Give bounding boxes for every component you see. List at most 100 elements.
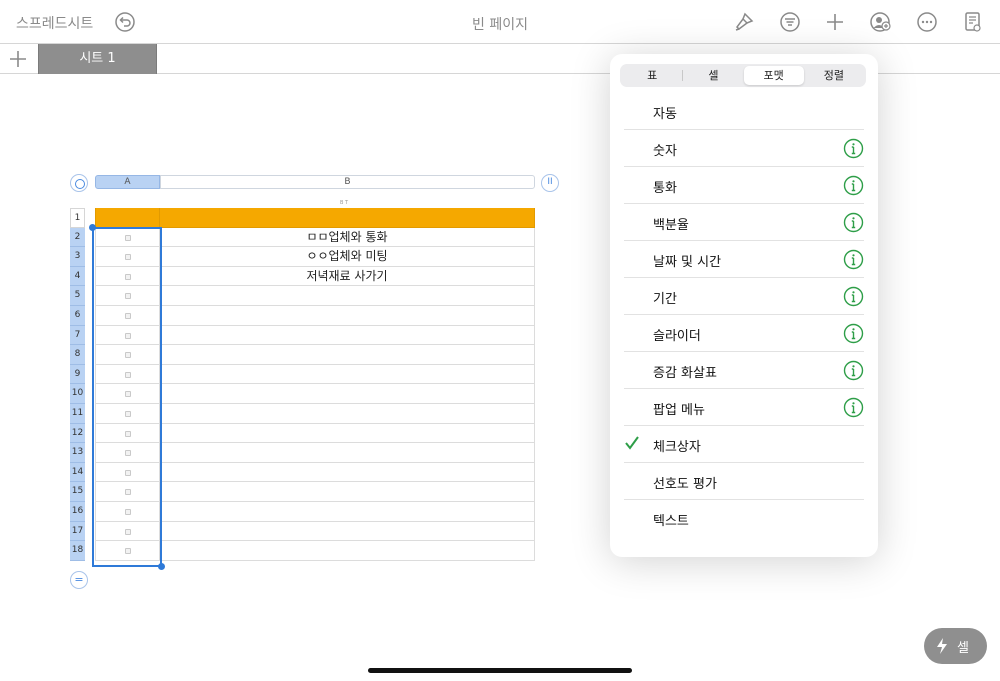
cell-a[interactable] xyxy=(95,384,160,403)
undo-icon[interactable] xyxy=(114,11,136,33)
format-option[interactable]: 증감 화살표 xyxy=(624,352,864,389)
table-select-handle[interactable] xyxy=(70,174,88,192)
format-option[interactable]: 기간 xyxy=(624,278,864,315)
selection-handle-bottom[interactable] xyxy=(158,563,165,570)
checkbox[interactable] xyxy=(125,391,131,398)
cell-b[interactable] xyxy=(160,403,535,423)
checkbox[interactable] xyxy=(125,352,131,359)
cell-b[interactable]: 저녁재료 사가기 xyxy=(160,266,535,286)
row-header[interactable]: 11 xyxy=(70,403,85,424)
cell-a[interactable] xyxy=(95,403,160,423)
column-header-a[interactable]: A xyxy=(95,175,160,189)
row-header[interactable]: 13 xyxy=(70,443,85,463)
format-brush-icon[interactable] xyxy=(733,11,755,33)
checkbox[interactable] xyxy=(125,469,131,476)
checkbox[interactable] xyxy=(125,508,131,515)
equals-icon[interactable]: = xyxy=(70,571,88,589)
format-option[interactable]: 팝업 메뉴 xyxy=(624,389,864,426)
cell-b[interactable] xyxy=(160,521,535,541)
checkbox[interactable] xyxy=(125,312,131,319)
checkbox[interactable] xyxy=(125,234,131,241)
collaborate-icon[interactable] xyxy=(869,11,891,33)
cell-a[interactable] xyxy=(95,325,160,345)
row-header[interactable]: 2 xyxy=(70,227,85,248)
checkbox[interactable] xyxy=(125,489,131,496)
cell-a[interactable] xyxy=(95,208,160,227)
format-option[interactable]: 선호도 평가 xyxy=(624,463,864,500)
cell-a[interactable] xyxy=(95,482,160,501)
cell-a[interactable] xyxy=(95,501,160,521)
tab-format[interactable]: 포맷 xyxy=(743,66,804,85)
row-header[interactable]: 14 xyxy=(70,462,85,483)
organize-icon[interactable] xyxy=(779,11,801,33)
cell-b[interactable] xyxy=(160,208,535,227)
cell-a[interactable] xyxy=(95,462,160,482)
cell-b[interactable] xyxy=(160,364,535,384)
info-icon[interactable] xyxy=(843,138,864,159)
row-header[interactable]: 9 xyxy=(70,364,85,385)
checkbox[interactable] xyxy=(125,293,131,300)
cell-b[interactable] xyxy=(160,305,535,325)
cell-b[interactable] xyxy=(160,325,535,345)
checkbox[interactable] xyxy=(125,410,131,417)
cell-b[interactable]: ㅇㅇ업체와 미팅 xyxy=(160,247,535,266)
cell-a[interactable] xyxy=(95,227,160,247)
row-header[interactable]: 17 xyxy=(70,521,85,542)
format-option[interactable]: 슬라이더 xyxy=(624,315,864,352)
row-header[interactable]: 16 xyxy=(70,501,85,522)
add-column-handle[interactable]: II xyxy=(541,174,559,192)
format-option[interactable]: 백분율 xyxy=(624,204,864,241)
cell-a[interactable] xyxy=(95,286,160,305)
info-icon[interactable] xyxy=(843,212,864,233)
cell-a[interactable] xyxy=(95,345,160,364)
row-header[interactable]: 12 xyxy=(70,423,85,444)
row-header[interactable]: 3 xyxy=(70,247,85,267)
row-header[interactable]: 6 xyxy=(70,305,85,326)
checkbox[interactable] xyxy=(125,450,131,457)
row-header[interactable]: 8 xyxy=(70,345,85,365)
row-header[interactable]: 7 xyxy=(70,325,85,346)
document-view-icon[interactable] xyxy=(962,11,984,33)
checkbox[interactable] xyxy=(125,273,131,280)
cell-b[interactable] xyxy=(160,482,535,501)
row-header[interactable]: 1 xyxy=(70,208,85,228)
info-icon[interactable] xyxy=(843,323,864,344)
info-icon[interactable] xyxy=(843,175,864,196)
row-header[interactable]: 5 xyxy=(70,286,85,306)
cell-a[interactable] xyxy=(95,443,160,462)
cell-b[interactable] xyxy=(160,423,535,443)
row-header[interactable]: 4 xyxy=(70,266,85,287)
info-icon[interactable] xyxy=(843,360,864,381)
cell-b[interactable] xyxy=(160,286,535,305)
format-option[interactable]: 날짜 및 시간 xyxy=(624,241,864,278)
tab-sheet-1[interactable]: 시트 1 xyxy=(38,44,157,74)
cell-a[interactable] xyxy=(95,521,160,541)
row-header[interactable]: 18 xyxy=(70,541,85,561)
tab-table[interactable]: 표 xyxy=(622,66,682,85)
cell-b[interactable] xyxy=(160,501,535,521)
cell-a[interactable] xyxy=(95,247,160,266)
cell-action-button[interactable]: 셀 xyxy=(924,628,987,664)
tab-arrange[interactable]: 정렬 xyxy=(804,66,864,85)
column-header-b[interactable]: B xyxy=(160,175,535,189)
checkbox[interactable] xyxy=(125,430,131,437)
plus-icon[interactable] xyxy=(6,47,30,71)
format-option[interactable]: 체크상자 xyxy=(624,426,864,463)
format-option[interactable]: 숫자 xyxy=(624,130,864,167)
cell-a[interactable] xyxy=(95,305,160,325)
row-header[interactable]: 15 xyxy=(70,482,85,502)
checkbox[interactable] xyxy=(125,528,131,535)
info-icon[interactable] xyxy=(843,397,864,418)
checkbox[interactable] xyxy=(125,254,131,261)
format-option[interactable]: 자동 xyxy=(624,93,864,130)
cell-b[interactable] xyxy=(160,462,535,482)
cell-a[interactable] xyxy=(95,266,160,286)
add-icon[interactable] xyxy=(824,11,846,33)
cell-b[interactable] xyxy=(160,541,535,560)
checkbox[interactable] xyxy=(125,548,131,555)
checkbox[interactable] xyxy=(125,371,131,378)
back-to-spreadsheets-button[interactable]: 스프레드시트 xyxy=(16,13,93,33)
cell-b[interactable] xyxy=(160,345,535,364)
tab-cell[interactable]: 셀 xyxy=(683,66,743,85)
cell-a[interactable] xyxy=(95,364,160,384)
